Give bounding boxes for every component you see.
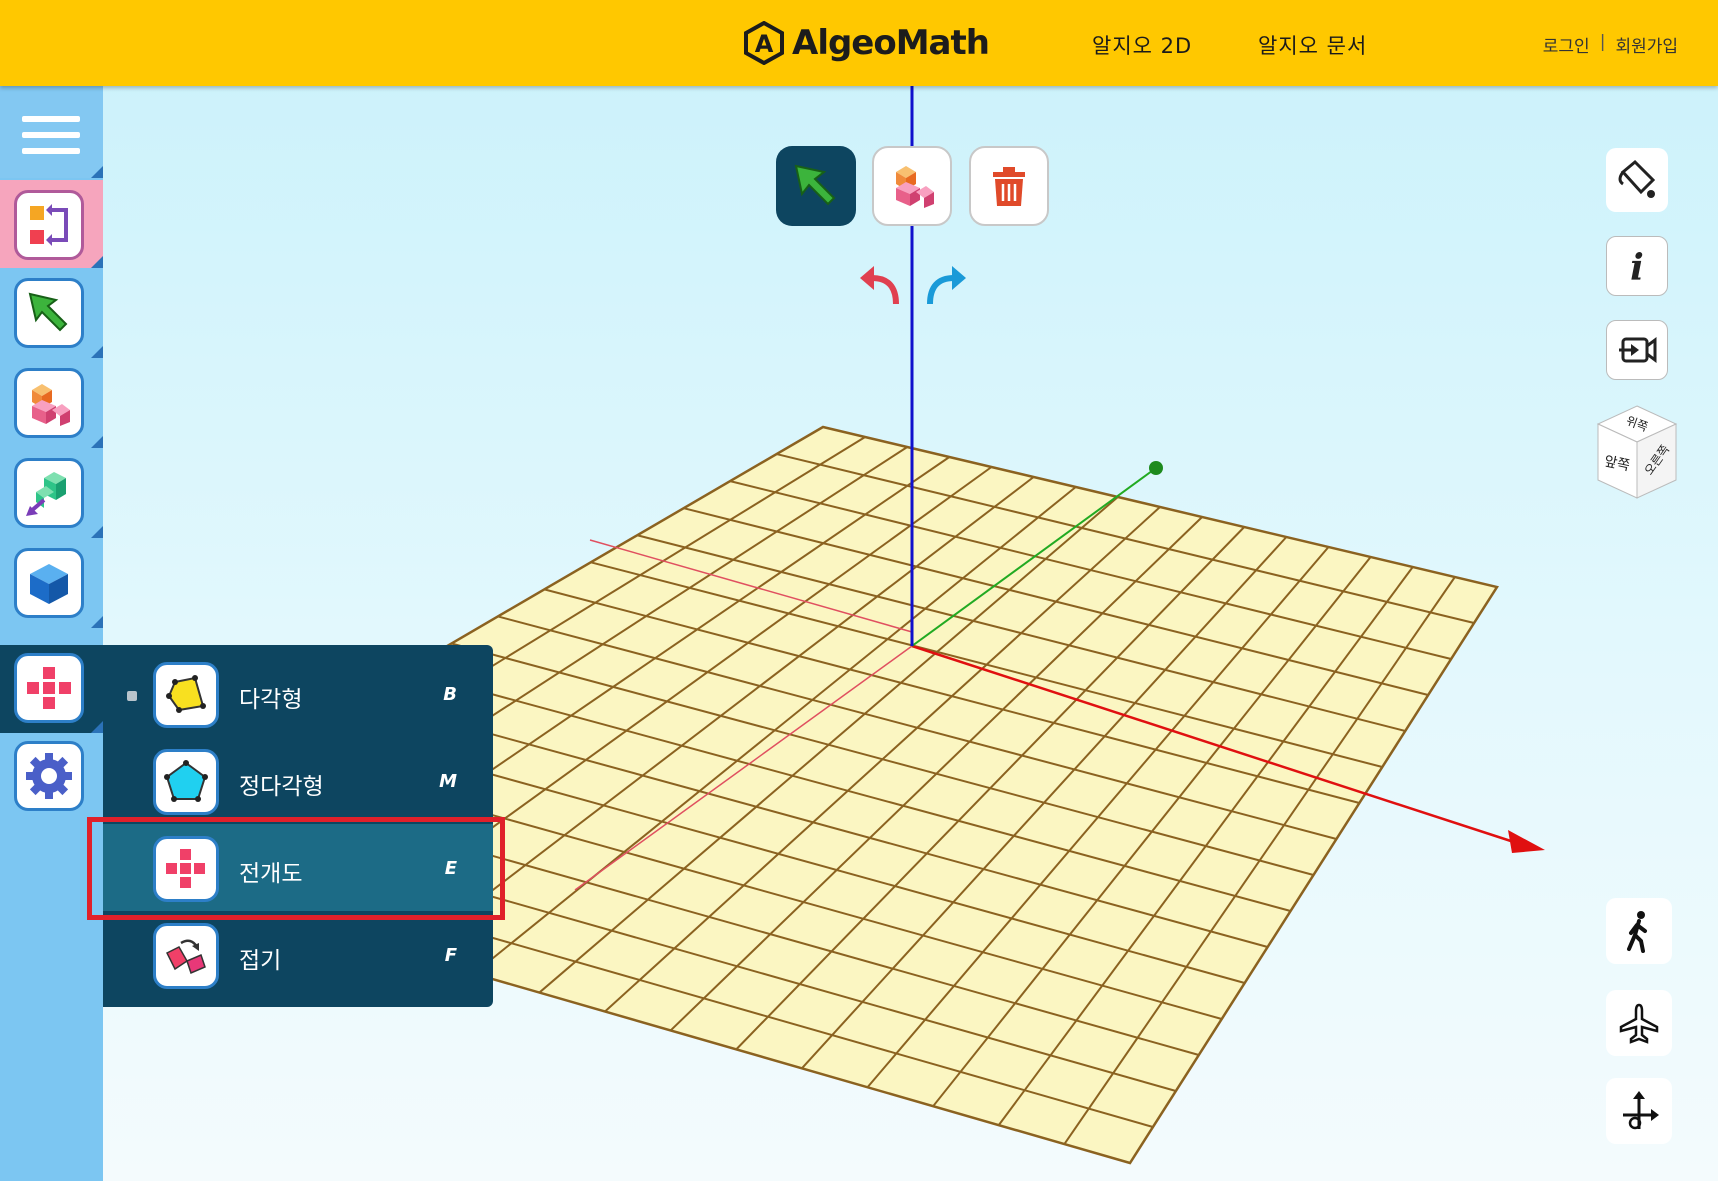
menu-line-1 [22,116,80,122]
auth-separator: | [1599,32,1606,52]
shortcut-key-polygon: B [443,684,457,705]
settings-button[interactable] [14,741,84,811]
redo-icon[interactable] [924,262,970,308]
solid-tool-button[interactable] [14,368,84,438]
trash-icon [993,167,1025,206]
sidebar-cell-solids [0,360,103,448]
algeomath-logo-icon: A [744,21,784,65]
fold-icon [153,923,219,989]
video-record-icon [1619,337,1657,363]
view-cube[interactable]: 위쪽 앞쪽 오른쪽 [1592,402,1682,502]
svg-text:A: A [755,30,774,58]
signup-link[interactable]: 회원가입 [1615,32,1678,57]
solid-mode-button[interactable] [872,146,952,226]
svg-text:i: i [1630,247,1644,288]
sidebar-cell-settings [0,735,103,823]
x-axis-arrowhead [1508,830,1545,853]
sidebar-cell-convert [0,180,103,268]
fly-mode-button[interactable] [1606,990,1672,1056]
menu-line-3 [22,148,80,154]
airplane-icon [1619,1003,1659,1044]
transform-tool-button[interactable] [14,458,84,528]
info-button[interactable]: i [1606,236,1668,296]
net-icon [27,667,71,709]
flyout-item-polygon[interactable]: 다각형 B [103,650,493,737]
select-tool-button[interactable] [14,278,84,348]
selected-indicator [127,691,137,701]
cube-blocks-icon [896,166,934,208]
flyout-label-regular-polygon: 정다각형 [239,774,324,800]
info-icon: i [1630,247,1644,288]
cube-tool-button[interactable] [14,548,84,618]
recording-button[interactable] [1606,320,1668,380]
y-axis-endpoint [1149,461,1163,475]
axis-move-button[interactable] [1606,1078,1672,1144]
arrow-cursor-icon [794,164,836,206]
flyout-label-fold: 접기 [239,948,282,974]
left-toolbar [0,86,103,1181]
sidebar-cell-select [0,270,103,358]
axis-arrows-icon [1623,1091,1659,1130]
nav-algeo-docs[interactable]: 알지오 문서 [1258,30,1367,60]
regular-polygon-icon [153,749,219,815]
menu-line-2 [22,132,80,138]
shortcut-key-regular-polygon: M [439,771,457,792]
undo-icon[interactable] [856,262,902,308]
convert-tool-button[interactable] [14,190,84,260]
paint-bucket-icon [1618,159,1656,198]
flyout-label-polygon: 다각형 [239,687,303,713]
nav-algeo-2d[interactable]: 알지오 2D [1092,30,1192,60]
gear-icon [26,753,72,799]
login-link[interactable]: 로그인 [1543,32,1590,57]
cube-blocks-icon [32,384,70,426]
walk-mode-button[interactable] [1606,898,1672,964]
logo-text: AlgeoMath [792,23,990,63]
blue-cube-icon [30,564,68,604]
menu-button[interactable] [0,86,103,178]
sidebar-cell-polygon [0,645,103,733]
polygon-group-button[interactable] [14,653,84,723]
flyout-item-regular-polygon[interactable]: 정다각형 M [103,737,493,824]
shortcut-key-fold: F [444,945,457,966]
auth-links: 로그인 | 회원가입 [1543,32,1678,57]
top-bar: A AlgeoMath 알지오 2D 알지오 문서 로그인 | 회원가입 [0,0,1718,86]
convert-icon [30,204,68,246]
arrow-cursor-icon [28,292,68,332]
polygon-icon [153,662,219,728]
style-button[interactable] [1606,148,1668,212]
transform-solid-icon [26,472,66,516]
sidebar-cell-cube [0,540,103,628]
sidebar-cell-transform [0,450,103,538]
delete-button[interactable] [969,146,1049,226]
select-mode-button[interactable] [776,146,856,226]
highlight-box-net [87,817,505,920]
algeomath-logo[interactable]: A AlgeoMath [742,16,990,70]
flyout-item-fold[interactable]: 접기 F [103,911,493,998]
walking-person-icon [1627,911,1647,953]
